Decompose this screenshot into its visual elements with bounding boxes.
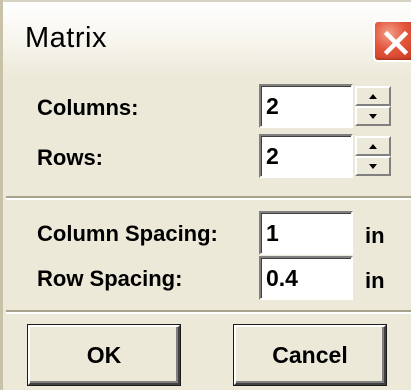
row-spacing-label: Row Spacing: — [37, 266, 183, 291]
columns-spin-down-button[interactable] — [355, 106, 391, 126]
rows-spin-down-button[interactable] — [355, 156, 391, 176]
columns-spinner[interactable] — [355, 86, 391, 126]
column-spacing-input[interactable] — [259, 211, 353, 255]
columns-input[interactable] — [259, 84, 353, 128]
up-arrow-icon — [369, 94, 377, 99]
row-spacing-unit: in — [365, 268, 385, 293]
column-spacing-unit: in — [365, 223, 385, 248]
rows-input[interactable] — [259, 134, 353, 178]
row-spacing-input[interactable] — [259, 256, 353, 300]
rows-spin-up-button[interactable] — [355, 136, 391, 156]
dialog-title: Matrix — [25, 22, 107, 54]
cancel-button[interactable]: Cancel — [234, 325, 386, 385]
column-spacing-label: Column Spacing: — [37, 221, 218, 246]
close-button[interactable] — [373, 20, 411, 62]
down-arrow-icon — [369, 164, 377, 169]
close-x-icon — [383, 30, 409, 56]
matrix-dialog: Matrix Columns: Rows: — [0, 0, 411, 390]
columns-label: Columns: — [37, 95, 139, 120]
separator-bottom — [6, 310, 411, 314]
columns-spin-up-button[interactable] — [355, 86, 391, 106]
separator-top — [6, 196, 411, 200]
rows-label: Rows: — [37, 145, 103, 170]
title-bar: Matrix — [3, 0, 411, 78]
down-arrow-icon — [369, 114, 377, 119]
up-arrow-icon — [369, 144, 377, 149]
ok-button[interactable]: OK — [28, 325, 180, 385]
rows-spinner[interactable] — [355, 136, 391, 176]
